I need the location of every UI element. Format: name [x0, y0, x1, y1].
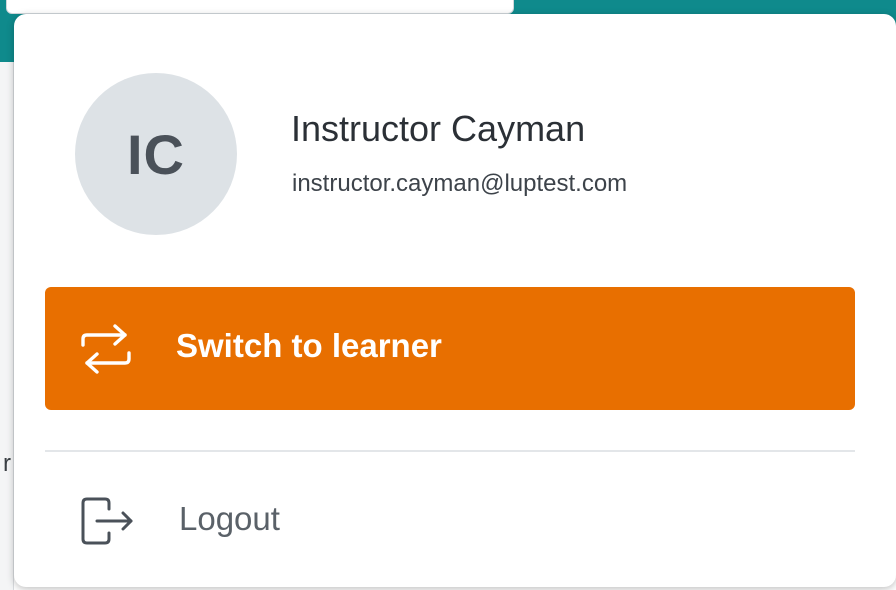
header-search-field[interactable]	[6, 0, 514, 14]
switch-arrows-icon	[81, 324, 131, 374]
avatar: IC	[75, 73, 237, 235]
logout-menu-item[interactable]: Logout	[45, 484, 855, 556]
background-text-fragment: r	[3, 450, 11, 477]
logout-label: Logout	[179, 500, 280, 537]
switch-to-learner-label: Switch to learner	[176, 327, 442, 364]
switch-to-learner-button[interactable]: Switch to learner	[45, 287, 855, 410]
user-name: Instructor Cayman	[291, 108, 586, 149]
menu-divider	[45, 450, 855, 452]
page-background-edge: r	[0, 62, 14, 590]
user-profile-menu: IC Instructor Cayman instructor.cayman@l…	[14, 14, 896, 587]
user-email: instructor.cayman@luptest.com	[292, 170, 628, 197]
logout-icon	[81, 497, 133, 545]
avatar-initials: IC	[127, 122, 185, 186]
